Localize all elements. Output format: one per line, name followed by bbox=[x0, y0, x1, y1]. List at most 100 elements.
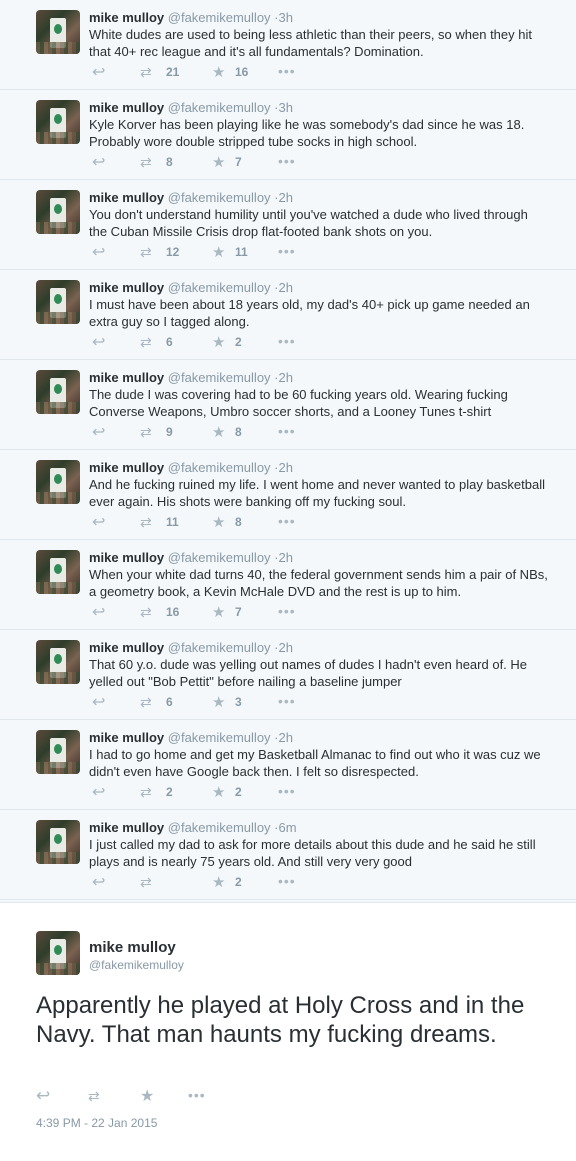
user-handle[interactable]: @fakemikemulloy bbox=[168, 280, 271, 295]
tweet-time[interactable]: 6m bbox=[279, 820, 297, 835]
avatar[interactable] bbox=[36, 640, 80, 684]
more-icon[interactable]: ••• bbox=[278, 603, 296, 619]
star-icon[interactable]: ★ bbox=[212, 153, 225, 171]
avatar[interactable] bbox=[36, 460, 80, 504]
reply-icon[interactable]: ↩ bbox=[92, 872, 105, 892]
tweet-item[interactable]: mike mulloy @fakemikemulloy ·2h The dude… bbox=[0, 360, 576, 450]
retweet-icon[interactable]: ⇄ bbox=[88, 1088, 100, 1105]
tweet-time[interactable]: 2h bbox=[279, 460, 293, 475]
retweet-icon[interactable]: ⇄ bbox=[140, 154, 152, 171]
user-name[interactable]: mike mulloy bbox=[89, 820, 164, 835]
star-icon[interactable]: ★ bbox=[140, 1086, 154, 1106]
reply-icon[interactable]: ↩ bbox=[92, 692, 105, 712]
more-icon[interactable]: ••• bbox=[278, 333, 296, 349]
reply-icon[interactable]: ↩ bbox=[36, 1086, 50, 1106]
tweet-time[interactable]: 2h bbox=[279, 640, 293, 655]
tweet-item[interactable]: mike mulloy @fakemikemulloy ·2h That 60 … bbox=[0, 630, 576, 720]
reply-icon[interactable]: ↩ bbox=[92, 332, 105, 352]
timestamp[interactable]: 4:39 PM - 22 Jan 2015 bbox=[36, 1116, 157, 1130]
tweet-item[interactable]: mike mulloy @fakemikemulloy ·3h White du… bbox=[0, 0, 576, 90]
user-name[interactable]: mike mulloy bbox=[89, 460, 164, 475]
avatar[interactable] bbox=[36, 730, 80, 774]
star-icon[interactable]: ★ bbox=[212, 63, 225, 81]
avatar[interactable] bbox=[36, 820, 80, 864]
user-name[interactable]: mike mulloy bbox=[89, 10, 164, 25]
more-icon[interactable]: ••• bbox=[278, 63, 296, 79]
retweet-icon[interactable]: ⇄ bbox=[140, 694, 152, 711]
star-icon[interactable]: ★ bbox=[212, 333, 225, 351]
reply-icon[interactable]: ↩ bbox=[92, 242, 105, 262]
more-icon[interactable]: ••• bbox=[278, 783, 296, 799]
tweet-time[interactable]: 3h bbox=[279, 10, 293, 25]
retweet-icon[interactable]: ⇄ bbox=[140, 514, 152, 531]
star-icon[interactable]: ★ bbox=[212, 693, 225, 711]
user-name[interactable]: mike mulloy bbox=[89, 730, 164, 745]
tweet-item[interactable]: mike mulloy @fakemikemulloy ·2h When you… bbox=[0, 540, 576, 630]
avatar[interactable] bbox=[36, 931, 80, 975]
tweet-item[interactable]: mike mulloy @fakemikemulloy ·2h I must h… bbox=[0, 270, 576, 360]
tweet-item[interactable]: mike mulloy @fakemikemulloy ·3h Kyle Kor… bbox=[0, 90, 576, 180]
tweet-time[interactable]: 2h bbox=[279, 550, 293, 565]
retweet-icon[interactable]: ⇄ bbox=[140, 64, 152, 81]
more-icon[interactable]: ••• bbox=[278, 243, 296, 259]
user-handle[interactable]: @fakemikemulloy bbox=[168, 100, 271, 115]
user-name[interactable]: mike mulloy bbox=[89, 939, 176, 956]
user-handle[interactable]: @fakemikemulloy bbox=[168, 730, 271, 745]
avatar[interactable] bbox=[36, 190, 80, 234]
star-icon[interactable]: ★ bbox=[212, 783, 225, 801]
retweet-icon[interactable]: ⇄ bbox=[140, 424, 152, 441]
user-name[interactable]: mike mulloy bbox=[89, 640, 164, 655]
star-icon[interactable]: ★ bbox=[212, 243, 225, 261]
user-handle[interactable]: @fakemikemulloy bbox=[168, 10, 271, 25]
retweet-icon[interactable]: ⇄ bbox=[140, 334, 152, 351]
user-handle[interactable]: @fakemikemulloy bbox=[168, 460, 271, 475]
star-icon[interactable]: ★ bbox=[212, 603, 225, 621]
reply-icon[interactable]: ↩ bbox=[92, 152, 105, 172]
avatar[interactable] bbox=[36, 10, 80, 54]
tweet-time[interactable]: 2h bbox=[279, 280, 293, 295]
user-name[interactable]: mike mulloy bbox=[89, 550, 164, 565]
more-icon[interactable]: ••• bbox=[188, 1087, 206, 1103]
avatar[interactable] bbox=[36, 100, 80, 144]
reply-icon[interactable]: ↩ bbox=[92, 512, 105, 532]
user-name[interactable]: mike mulloy bbox=[89, 370, 164, 385]
user-handle[interactable]: @fakemikemulloy bbox=[168, 190, 271, 205]
reply-icon[interactable]: ↩ bbox=[92, 602, 105, 622]
retweet-icon[interactable]: ⇄ bbox=[140, 784, 152, 801]
retweet-icon[interactable]: ⇄ bbox=[140, 604, 152, 621]
user-name[interactable]: mike mulloy bbox=[89, 100, 164, 115]
avatar[interactable] bbox=[36, 370, 80, 414]
tweet-time[interactable]: 2h bbox=[279, 190, 293, 205]
avatar[interactable] bbox=[36, 280, 80, 324]
reply-icon[interactable]: ↩ bbox=[92, 62, 105, 82]
avatar[interactable] bbox=[36, 550, 80, 594]
star-icon[interactable]: ★ bbox=[212, 423, 225, 441]
retweet-icon[interactable]: ⇄ bbox=[140, 244, 152, 261]
retweet-icon[interactable]: ⇄ bbox=[140, 874, 152, 891]
tweet-time[interactable]: 2h bbox=[279, 370, 293, 385]
user-handle[interactable]: @fakemikemulloy bbox=[168, 640, 271, 655]
star-icon[interactable]: ★ bbox=[212, 513, 225, 531]
more-icon[interactable]: ••• bbox=[278, 513, 296, 529]
user-handle[interactable]: @fakemikemulloy bbox=[168, 370, 271, 385]
user-handle[interactable]: @fakemikemulloy bbox=[168, 820, 271, 835]
tweet-item[interactable]: mike mulloy @fakemikemulloy ·2h You don'… bbox=[0, 180, 576, 270]
more-icon[interactable]: ••• bbox=[278, 873, 296, 889]
more-icon[interactable]: ••• bbox=[278, 693, 296, 709]
tweet-actions: ↩ ⇄ 8 ★ 7 ••• bbox=[92, 152, 332, 173]
more-icon[interactable]: ••• bbox=[278, 153, 296, 169]
tweet-item[interactable]: mike mulloy @fakemikemulloy ·2h I had to… bbox=[0, 720, 576, 810]
more-icon[interactable]: ••• bbox=[278, 423, 296, 439]
tweet-item[interactable]: mike mulloy @fakemikemulloy ·6m I just c… bbox=[0, 810, 576, 900]
user-name[interactable]: mike mulloy bbox=[89, 280, 164, 295]
reply-icon[interactable]: ↩ bbox=[92, 422, 105, 442]
user-handle[interactable]: @fakemikemulloy bbox=[89, 958, 184, 972]
user-name[interactable]: mike mulloy bbox=[89, 190, 164, 205]
reply-icon[interactable]: ↩ bbox=[92, 782, 105, 802]
user-handle[interactable]: @fakemikemulloy bbox=[168, 550, 271, 565]
tweet-text: And he fucking ruined my life. I went ho… bbox=[89, 477, 545, 509]
star-icon[interactable]: ★ bbox=[212, 873, 225, 891]
tweet-item[interactable]: mike mulloy @fakemikemulloy ·2h And he f… bbox=[0, 450, 576, 540]
tweet-time[interactable]: 2h bbox=[279, 730, 293, 745]
tweet-time[interactable]: 3h bbox=[279, 100, 293, 115]
